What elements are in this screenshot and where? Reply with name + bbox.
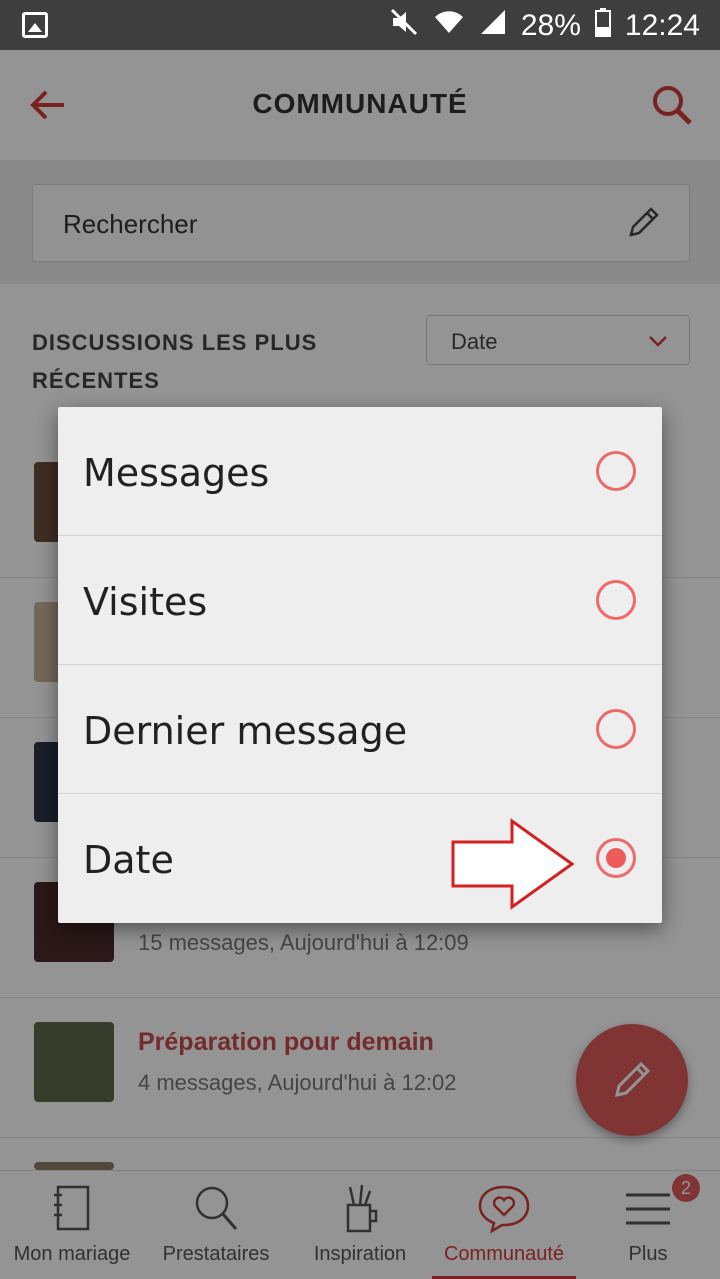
annotation-arrow-icon xyxy=(451,818,575,910)
battery-icon xyxy=(594,7,611,45)
sort-option-messages[interactable]: Messages xyxy=(58,407,662,536)
mute-icon xyxy=(389,7,419,45)
wifi-icon xyxy=(433,7,465,45)
option-label: Messages xyxy=(83,451,270,495)
status-right: 28% 12:24 xyxy=(389,8,700,44)
radio-button[interactable] xyxy=(596,709,636,749)
clock: 12:24 xyxy=(624,9,700,42)
battery-percent: 28% xyxy=(520,9,581,42)
signal-icon xyxy=(479,8,507,44)
gallery-notification-icon xyxy=(22,12,48,38)
status-bar: 28% 12:24 xyxy=(0,0,720,50)
sort-option-visites[interactable]: Visites xyxy=(58,536,662,665)
sort-option-dernier-message[interactable]: Dernier message xyxy=(58,665,662,794)
radio-button[interactable] xyxy=(596,451,636,491)
option-label: Date xyxy=(83,838,174,882)
radio-button[interactable] xyxy=(596,580,636,620)
radio-button-selected[interactable] xyxy=(596,838,636,878)
option-label: Dernier message xyxy=(83,709,408,753)
option-label: Visites xyxy=(83,580,208,624)
